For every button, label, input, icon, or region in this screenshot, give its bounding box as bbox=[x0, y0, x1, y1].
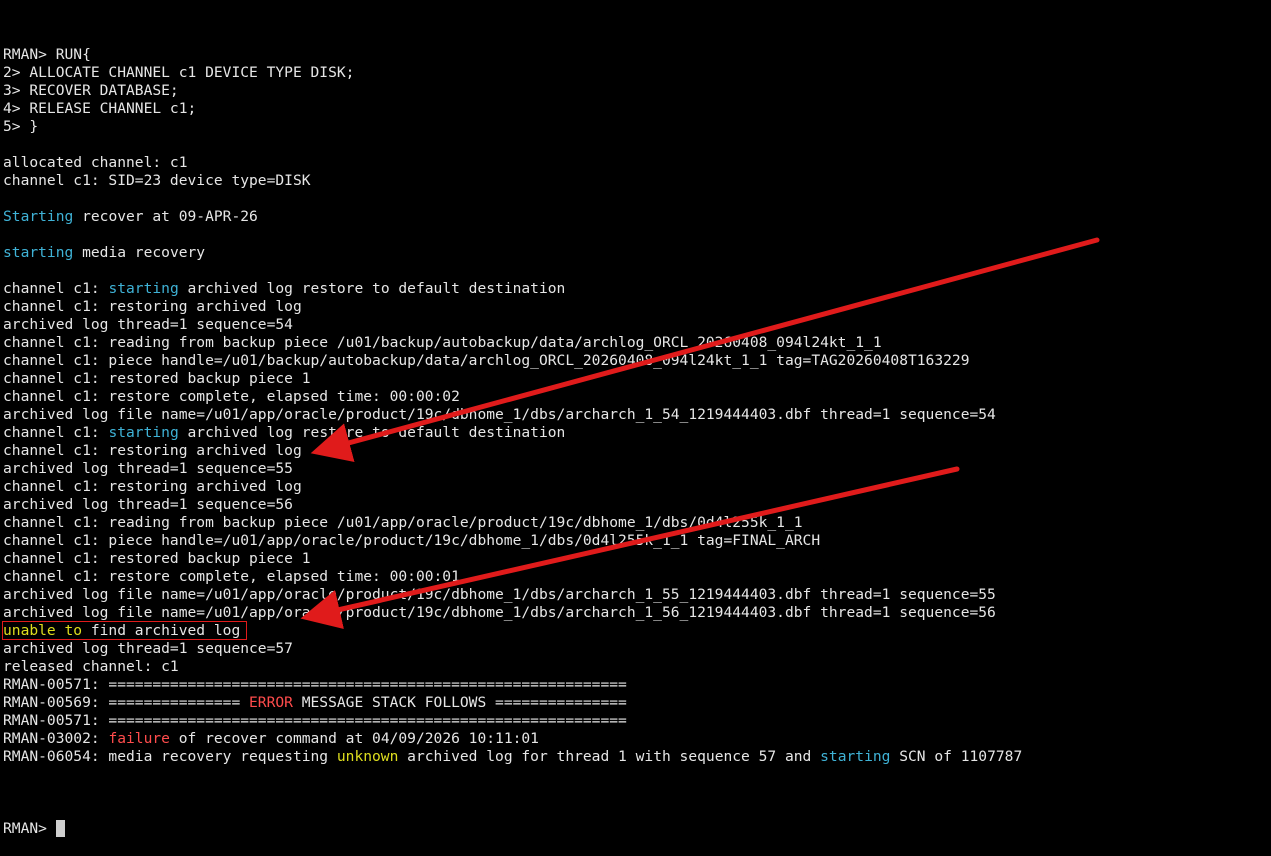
terminal-text-segment: media recovery bbox=[73, 244, 206, 261]
terminal-line: RMAN-00569: =============== ERROR MESSAG… bbox=[3, 694, 1271, 712]
terminal-line: released channel: c1 bbox=[3, 658, 1271, 676]
terminal-text-segment: failure bbox=[108, 730, 170, 747]
terminal-text-segment: channel c1: reading from backup piece /u… bbox=[3, 514, 803, 531]
terminal-text-segment: RMAN-00571: ============================… bbox=[3, 712, 627, 729]
terminal-text-segment: channel c1: bbox=[3, 280, 109, 297]
terminal-output: RMAN> RUN{2> ALLOCATE CHANNEL c1 DEVICE … bbox=[1, 46, 1271, 784]
terminal-text-segment: 5> } bbox=[3, 118, 39, 135]
unable-to-find-archived-log-box: unable to find archived log bbox=[1, 621, 248, 640]
terminal-line: archived log file name=/u01/app/oracle/p… bbox=[3, 604, 1271, 622]
terminal-line: 5> } bbox=[3, 118, 1271, 136]
terminal-text-segment: RMAN-03002: bbox=[3, 730, 109, 747]
terminal-text-segment: unable to bbox=[3, 622, 83, 639]
terminal-text-segment: archived log file name=/u01/app/oracle/p… bbox=[3, 406, 996, 423]
terminal-text-segment: archived log thread=1 sequence=55 bbox=[3, 460, 293, 477]
terminal-text-segment: 2> ALLOCATE CHANNEL c1 DEVICE TYPE DISK; bbox=[3, 64, 355, 81]
terminal-line: archived log thread=1 sequence=56 bbox=[3, 496, 1271, 514]
terminal-line: channel c1: restore complete, elapsed ti… bbox=[3, 568, 1271, 586]
terminal-line: channel c1: piece handle=/u01/backup/aut… bbox=[3, 352, 1271, 370]
terminal-text-segment: archived log restore to default destinat… bbox=[178, 424, 566, 441]
terminal-line: channel c1: restoring archived log bbox=[3, 442, 1271, 460]
terminal-line: channel c1: starting archived log restor… bbox=[3, 424, 1271, 442]
terminal-text-segment: channel c1: reading from backup piece /u… bbox=[3, 334, 882, 351]
terminal-line: archived log thread=1 sequence=57 bbox=[3, 640, 1271, 658]
terminal-prompt-line[interactable]: RMAN> bbox=[3, 820, 1271, 838]
terminal-text-segment: archived log file name=/u01/app/oracle/p… bbox=[3, 604, 996, 621]
terminal-text-segment: archived log restore to default destinat… bbox=[178, 280, 566, 297]
terminal-text-segment: channel c1: piece handle=/u01/backup/aut… bbox=[3, 352, 970, 369]
terminal-prompt: RMAN> bbox=[3, 820, 56, 837]
terminal-text-segment: MESSAGE STACK FOLLOWS =============== bbox=[292, 694, 627, 711]
terminal-text-segment: RMAN> RUN{ bbox=[3, 46, 91, 63]
terminal-line: channel c1: restore complete, elapsed ti… bbox=[3, 388, 1271, 406]
terminal-text-segment: channel c1: SID=23 device type=DISK bbox=[3, 172, 311, 189]
terminal-line: RMAN-03002: failure of recover command a… bbox=[3, 730, 1271, 748]
terminal-text-segment: of recover command at 04/09/2026 10:11:0… bbox=[169, 730, 539, 747]
terminal-line: 3> RECOVER DATABASE; bbox=[3, 82, 1271, 100]
terminal-text-segment: archived log thread=1 sequence=57 bbox=[3, 640, 293, 657]
terminal-text-segment: starting bbox=[820, 748, 891, 765]
terminal-text-segment: Starting bbox=[3, 208, 74, 225]
terminal-text-segment: released channel: c1 bbox=[3, 658, 179, 675]
terminal-text-segment: RMAN-00571: ============================… bbox=[3, 676, 627, 693]
terminal-text-segment: channel c1: restored backup piece 1 bbox=[3, 370, 311, 387]
terminal-text-segment: archived log thread=1 sequence=56 bbox=[3, 496, 293, 513]
terminal-text-segment: ERROR bbox=[249, 694, 293, 711]
terminal-line: RMAN-00571: ============================… bbox=[3, 712, 1271, 730]
terminal-line: channel c1: restored backup piece 1 bbox=[3, 550, 1271, 568]
terminal-line: allocated channel: c1 bbox=[3, 154, 1271, 172]
terminal-line: archived log thread=1 sequence=54 bbox=[3, 316, 1271, 334]
terminal-line: channel c1: restoring archived log bbox=[3, 298, 1271, 316]
terminal-line: archived log file name=/u01/app/oracle/p… bbox=[3, 406, 1271, 424]
terminal-text-segment: archived log file name=/u01/app/oracle/p… bbox=[3, 586, 996, 603]
terminal-line: channel c1: restoring archived log bbox=[3, 478, 1271, 496]
terminal-text-segment: channel c1: restoring archived log bbox=[3, 478, 302, 495]
terminal-text-segment: 3> RECOVER DATABASE; bbox=[3, 82, 179, 99]
terminal-text-segment: unknown bbox=[336, 748, 399, 765]
terminal-text-segment: channel c1: restore complete, elapsed ti… bbox=[3, 388, 460, 405]
terminal-line: channel c1: piece handle=/u01/app/oracle… bbox=[3, 532, 1271, 550]
terminal-text-segment: channel c1: restoring archived log bbox=[3, 298, 302, 315]
terminal-line: channel c1: restored backup piece 1 bbox=[3, 370, 1271, 388]
terminal-line: 2> ALLOCATE CHANNEL c1 DEVICE TYPE DISK; bbox=[3, 64, 1271, 82]
terminal-line: unable to find archived log bbox=[1, 621, 1271, 640]
terminal-text-segment: channel c1: restoring archived log bbox=[3, 442, 302, 459]
terminal-line: 4> RELEASE CHANNEL c1; bbox=[3, 100, 1271, 118]
terminal-cursor bbox=[55, 820, 65, 837]
terminal-text-segment: channel c1: restore complete, elapsed ti… bbox=[3, 568, 460, 585]
terminal-text-segment: archived log thread=1 sequence=54 bbox=[3, 316, 293, 333]
terminal-line: RMAN-00571: ============================… bbox=[3, 676, 1271, 694]
terminal-text-segment: SCN of 1107787 bbox=[890, 748, 1023, 765]
terminal-line: archived log thread=1 sequence=55 bbox=[3, 460, 1271, 478]
terminal-line: archived log file name=/u01/app/oracle/p… bbox=[3, 586, 1271, 604]
terminal-text-segment: find archived log bbox=[82, 622, 241, 639]
terminal-text-segment: starting bbox=[108, 280, 179, 297]
terminal-text-segment: starting bbox=[3, 244, 74, 261]
terminal-text-segment: starting bbox=[108, 424, 179, 441]
terminal-text-segment: channel c1: bbox=[3, 424, 109, 441]
terminal-text-segment: allocated channel: c1 bbox=[3, 154, 188, 171]
terminal-window[interactable]: RMAN> RUN{2> ALLOCATE CHANNEL c1 DEVICE … bbox=[0, 0, 1271, 837]
terminal-line: RMAN-06054: media recovery requesting un… bbox=[3, 748, 1271, 766]
terminal-text-segment: recover at 09-APR-26 bbox=[73, 208, 258, 225]
terminal-text-segment: 4> RELEASE CHANNEL c1; bbox=[3, 100, 197, 117]
terminal-line: channel c1: reading from backup piece /u… bbox=[3, 514, 1271, 532]
terminal-text-segment: RMAN-06054: media recovery requesting bbox=[3, 748, 337, 765]
terminal-text-segment: RMAN-00569: =============== bbox=[3, 694, 250, 711]
terminal-text-segment: channel c1: restored backup piece 1 bbox=[3, 550, 311, 567]
terminal-text-segment: channel c1: piece handle=/u01/app/oracle… bbox=[3, 532, 821, 549]
terminal-line: channel c1: reading from backup piece /u… bbox=[3, 334, 1271, 352]
terminal-line: starting media recovery bbox=[3, 244, 1271, 262]
terminal-line: channel c1: starting archived log restor… bbox=[3, 280, 1271, 298]
terminal-line: RMAN> RUN{ bbox=[3, 46, 1271, 64]
terminal-line: channel c1: SID=23 device type=DISK bbox=[3, 172, 1271, 190]
terminal-text-segment: archived log for thread 1 with sequence … bbox=[398, 748, 821, 765]
terminal-line: Starting recover at 09-APR-26 bbox=[3, 208, 1271, 226]
